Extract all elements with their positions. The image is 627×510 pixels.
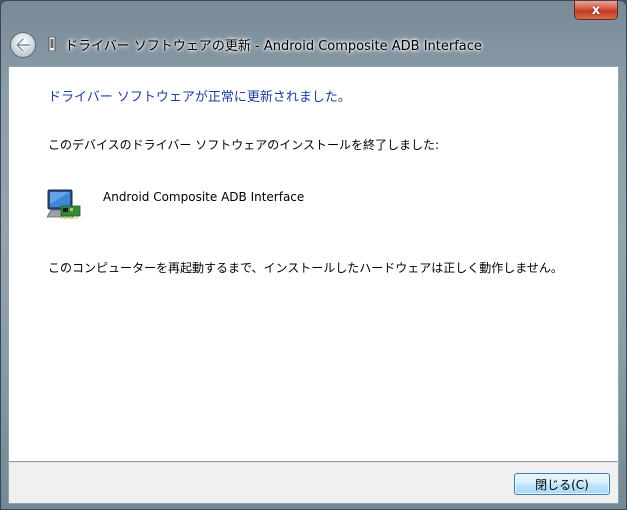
usb-device-icon — [48, 37, 56, 51]
restart-note: このコンピューターを再起動するまで、インストールしたハードウェアは正しく動作しま… — [48, 261, 563, 275]
button-bar: 閉じる(C) — [8, 462, 619, 504]
install-description: このデバイスのドライバー ソフトウェアのインストールを終了しました: — [48, 138, 440, 152]
computer-hardware-icon — [47, 189, 81, 219]
back-button[interactable] — [10, 32, 36, 58]
window-title: ドライバー ソフトウェアの更新 - Android Composite ADB … — [65, 39, 482, 54]
close-icon: x — [591, 2, 601, 18]
driver-update-window: x ドライバー ソフトウェアの更新 - Android Composite AD… — [0, 0, 627, 510]
success-heading: ドライバー ソフトウェアが正常に更新されました。 — [48, 90, 351, 105]
window-close-button[interactable]: x — [574, 1, 618, 20]
device-name: Android Composite ADB Interface — [103, 190, 305, 204]
close-button[interactable]: 閉じる(C) — [514, 473, 610, 495]
title-bar[interactable]: x ドライバー ソフトウェアの更新 - Android Composite AD… — [1, 1, 626, 65]
content-panel: ドライバー ソフトウェアが正常に更新されました。 このデバイスのドライバー ソフ… — [8, 66, 619, 462]
back-arrow-icon — [15, 38, 31, 52]
